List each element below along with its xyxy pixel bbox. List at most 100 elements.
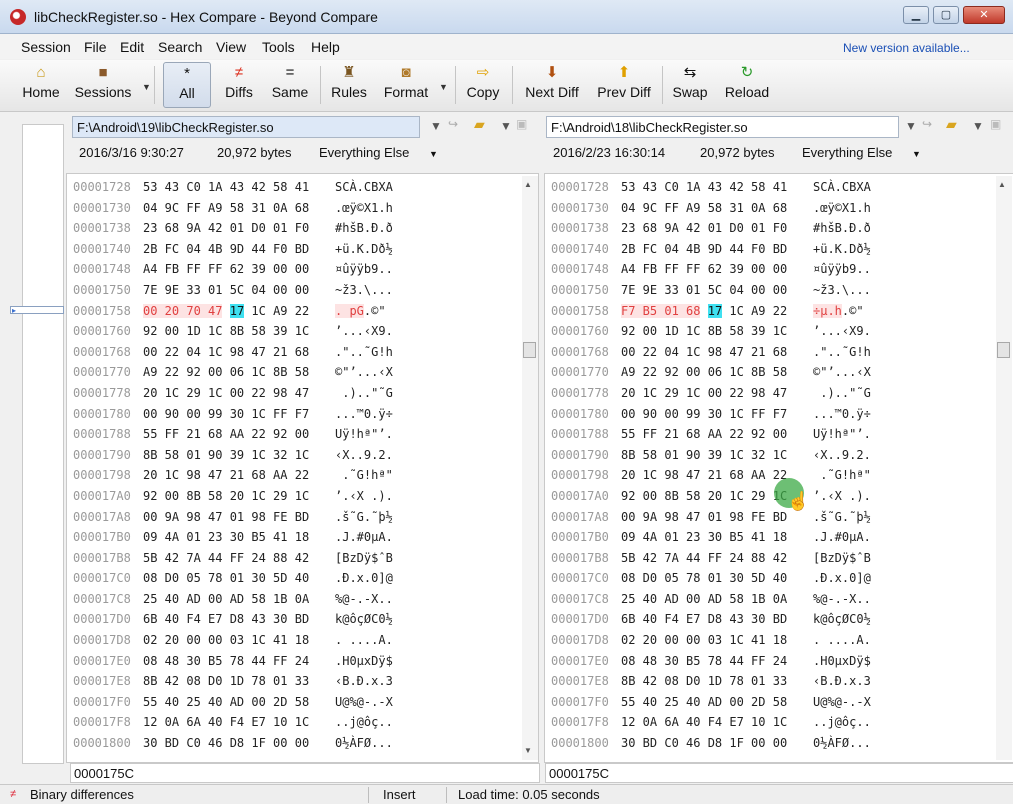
hex-bytes[interactable]: 20 1C 29 1C 00 22 98 47	[143, 383, 335, 404]
hex-row[interactable]: 000017C0 08 D0 05 78 01 30 5D 40 .Ð.x.0]@	[551, 568, 871, 589]
hex-ascii[interactable]: U@%@-.-X	[813, 692, 871, 713]
hex-bytes[interactable]: A4 FB FF FF 62 39 00 00	[143, 259, 335, 280]
hex-bytes[interactable]: 02 20 00 00 03 1C 41 18	[621, 630, 813, 651]
hex-row[interactable]: 00001740 2B FC 04 4B 9D 44 F0 BD +ü.K.Dð½	[73, 239, 393, 260]
hex-ascii[interactable]: .˜G!hª"	[335, 465, 393, 486]
hex-ascii[interactable]: Uÿ!hª"’.	[335, 424, 393, 445]
prev-diff-button[interactable]: ⬆ Prev Diff	[592, 62, 656, 108]
hex-row[interactable]: 00001788 55 FF 21 68 AA 22 92 00 Uÿ!hª"’.	[551, 424, 871, 445]
minimize-button[interactable]: ▁	[903, 6, 929, 24]
hex-ascii[interactable]: ¤ûÿÿb9..	[813, 259, 871, 280]
hex-row[interactable]: 00001798 20 1C 98 47 21 68 AA 22 .˜G!hª"	[551, 465, 871, 486]
hex-row[interactable]: 000017A8 00 9A 98 47 01 98 FE BD .š˜G.˜þ½	[73, 507, 393, 528]
hex-ascii[interactable]: .Ð.x.0]@	[813, 568, 871, 589]
right-history-icon[interactable]: ↪	[922, 117, 932, 131]
diff-bytes[interactable]: F7 B5 01 68	[621, 303, 701, 318]
left-address-bar[interactable]: 0000175C	[70, 763, 540, 783]
hex-row[interactable]: 00001770 A9 22 92 00 06 1C 8B 58 ©"’...‹X	[551, 362, 871, 383]
hex-row[interactable]: 00001750 7E 9E 33 01 5C 04 00 00 ~ž3.\...	[551, 280, 871, 301]
hex-bytes[interactable]: 6B 40 F4 E7 D8 43 30 BD	[621, 609, 813, 630]
hex-row[interactable]: 00001790 8B 58 01 90 39 1C 32 1C ‹X..9.2.	[551, 445, 871, 466]
right-path-dropdown-icon[interactable]: ▼	[905, 119, 917, 133]
copy-button[interactable]: ⇨ Copy	[462, 62, 504, 108]
hex-row[interactable]: 00001790 8B 58 01 90 39 1C 32 1C ‹X..9.2.	[73, 445, 393, 466]
hex-ascii[interactable]: #hšB.Ð.ð	[335, 218, 393, 239]
hex-ascii[interactable]: ."..˜G!h	[335, 342, 393, 363]
scroll-thumb[interactable]	[997, 342, 1010, 358]
hex-ascii[interactable]: ‹B.Ð.x.3	[335, 671, 393, 692]
hex-ascii[interactable]: .Ð.x.0]@	[335, 568, 393, 589]
hex-ascii[interactable]: 0½ÀFØ...	[813, 733, 871, 754]
hex-row[interactable]: 000017F0 55 40 25 40 AD 00 2D 58 U@%@-.-X	[73, 692, 393, 713]
hex-bytes[interactable]: 00 9A 98 47 01 98 FE BD	[621, 507, 813, 528]
hex-bytes[interactable]: 12 0A 6A 40 F4 E7 10 1C	[143, 712, 335, 733]
scroll-up-icon[interactable]: ▲	[524, 180, 532, 189]
overview-position-marker[interactable]	[10, 306, 64, 314]
diffs-button[interactable]: ≠ Diffs	[219, 62, 259, 108]
hex-row[interactable]: 000017A8 00 9A 98 47 01 98 FE BD .š˜G.˜þ½	[551, 507, 871, 528]
hex-row[interactable]: 000017B0 09 4A 01 23 30 B5 41 18 .J.#0µA.	[551, 527, 871, 548]
hex-ascii[interactable]: %@-.-X..	[813, 589, 871, 610]
diff-ascii[interactable]: ÷µ.h	[813, 303, 842, 318]
hex-row[interactable]: 00001728 53 43 C0 1A 43 42 58 41 SCÀ.CBXA	[73, 177, 393, 198]
hex-ascii[interactable]: Uÿ!hª"’.	[813, 424, 871, 445]
hex-row[interactable]: 00001730 04 9C FF A9 58 31 0A 68 .œÿ©X1.h	[551, 198, 871, 219]
right-save-icon[interactable]: ▣	[990, 117, 1001, 131]
hex-bytes[interactable]: 08 48 30 B5 78 44 FF 24	[621, 651, 813, 672]
hex-bytes[interactable]: 00 90 00 99 30 1C FF F7	[621, 404, 813, 425]
hex-row[interactable]: 00001778 20 1C 29 1C 00 22 98 47 .).."˜G	[551, 383, 871, 404]
left-save-icon[interactable]: ▣	[516, 117, 527, 131]
hex-ascii[interactable]: k@ôçØC0½	[813, 609, 871, 630]
hex-row[interactable]: 00001758 00 20 70 47 17 1C A9 22. pG.©"	[73, 301, 393, 322]
hex-ascii[interactable]: .).."˜G	[813, 383, 871, 404]
right-path-input[interactable]: F:\Android\18\libCheckRegister.so	[546, 116, 899, 138]
hex-row[interactable]: 000017B0 09 4A 01 23 30 B5 41 18 .J.#0µA.	[73, 527, 393, 548]
all-button[interactable]: * All	[163, 62, 211, 108]
hex-bytes[interactable]: 23 68 9A 42 01 D0 01 F0	[143, 218, 335, 239]
hex-row[interactable]: 00001750 7E 9E 33 01 5C 04 00 00 ~ž3.\...	[73, 280, 393, 301]
hex-bytes[interactable]: 2B FC 04 4B 9D 44 F0 BD	[143, 239, 335, 260]
hex-ascii[interactable]: . ....A.	[813, 630, 871, 651]
hex-row[interactable]: 000017A0 92 00 8B 58 20 1C 29 1C ’.‹X .).	[73, 486, 393, 507]
hex-row[interactable]: 00001760 92 00 1D 1C 8B 58 39 1C ’...‹X9.	[551, 321, 871, 342]
cursor-byte[interactable]: 17	[707, 303, 723, 318]
hex-ascii[interactable]: ...™0.ÿ÷	[813, 404, 871, 425]
menu-edit[interactable]: Edit	[120, 39, 144, 55]
hex-row[interactable]: 00001768 00 22 04 1C 98 47 21 68 ."..˜G!h	[551, 342, 871, 363]
right-format-select[interactable]: Everything Else	[802, 145, 892, 167]
left-vertical-scrollbar[interactable]: ▲ ▼	[522, 176, 538, 760]
hex-row[interactable]: 00001738 23 68 9A 42 01 D0 01 F0 #hšB.Ð.ð	[551, 218, 871, 239]
home-button[interactable]: ⌂ Home	[18, 62, 64, 108]
hex-row[interactable]: 000017D8 02 20 00 00 03 1C 41 18. ....A.	[73, 630, 393, 651]
hex-ascii[interactable]: ...™0.ÿ÷	[335, 404, 393, 425]
left-folder-dropdown-icon[interactable]: ▼	[500, 119, 512, 133]
hex-bytes[interactable]: 00 22 04 1C 98 47 21 68	[143, 342, 335, 363]
hex-ascii[interactable]: .).."˜G	[335, 383, 393, 404]
hex-row[interactable]: 000017C8 25 40 AD 00 AD 58 1B 0A %@-.-X..	[73, 589, 393, 610]
hex-row[interactable]: 000017E0 08 48 30 B5 78 44 FF 24 .H0µxDÿ$	[73, 651, 393, 672]
right-address-value[interactable]: 0000175C	[549, 766, 609, 781]
hex-ascii[interactable]: .˜G!hª"	[813, 465, 871, 486]
hex-row[interactable]: 00001778 20 1C 29 1C 00 22 98 47 .).."˜G	[73, 383, 393, 404]
hex-row[interactable]: 00001798 20 1C 98 47 21 68 AA 22 .˜G!hª"	[73, 465, 393, 486]
hex-bytes[interactable]: 00 20 70 47 17 1C A9 22	[143, 301, 335, 322]
hex-bytes[interactable]: 6B 40 F4 E7 D8 43 30 BD	[143, 609, 335, 630]
hex-ascii[interactable]: ©"’...‹X	[335, 362, 393, 383]
left-address-value[interactable]: 0000175C	[74, 766, 134, 781]
hex-row[interactable]: 00001748 A4 FB FF FF 62 39 00 00 ¤ûÿÿb9..	[73, 259, 393, 280]
hex-ascii[interactable]: ©"’...‹X	[813, 362, 871, 383]
hex-ascii[interactable]: . ....A.	[335, 630, 393, 651]
rules-button[interactable]: ♜ Rules	[328, 62, 370, 108]
hex-ascii[interactable]: +ü.K.Dð½	[813, 239, 871, 260]
right-open-folder-icon[interactable]: ▰	[946, 116, 957, 133]
menu-file[interactable]: File	[84, 39, 107, 55]
cursor-byte[interactable]: 17	[229, 303, 245, 318]
hex-row[interactable]: 000017F0 55 40 25 40 AD 00 2D 58 U@%@-.-X	[551, 692, 871, 713]
hex-bytes[interactable]: 00 9A 98 47 01 98 FE BD	[143, 507, 335, 528]
hex-row[interactable]: 000017F8 12 0A 6A 40 F4 E7 10 1C ..j@ôç..	[73, 712, 393, 733]
hex-bytes[interactable]: 55 FF 21 68 AA 22 92 00	[143, 424, 335, 445]
hex-bytes[interactable]: 92 00 8B 58 20 1C 29 1C	[143, 486, 335, 507]
overview-gutter[interactable]	[22, 124, 64, 764]
right-hex-view[interactable]: 00001728 53 43 C0 1A 43 42 58 41 SCÀ.CBXA 0…	[544, 173, 1013, 763]
hex-bytes[interactable]: 04 9C FF A9 58 31 0A 68	[143, 198, 335, 219]
